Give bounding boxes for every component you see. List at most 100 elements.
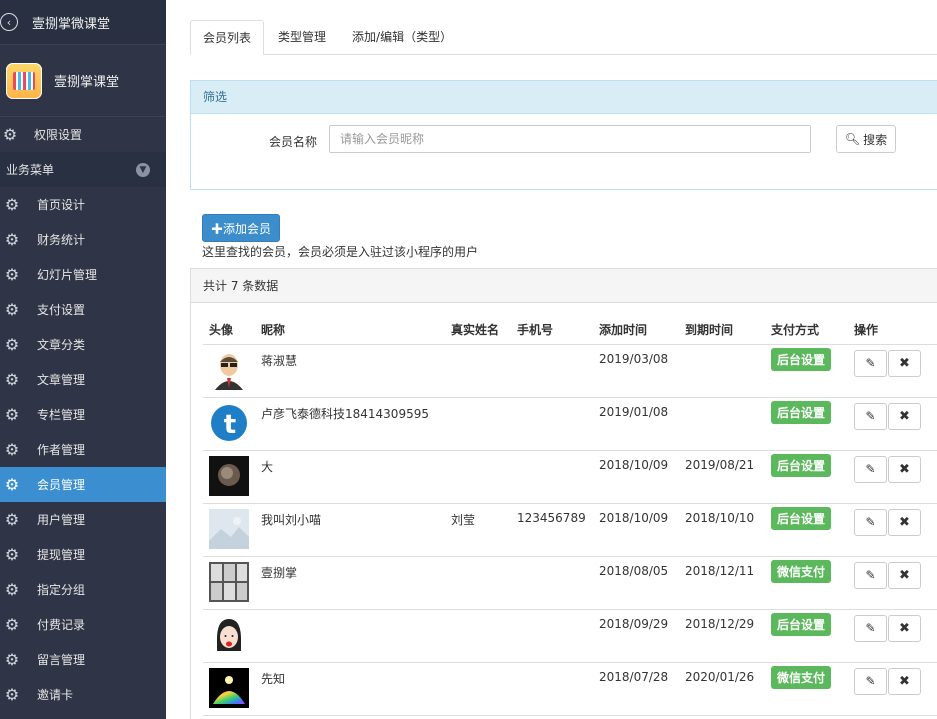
tab-member-list[interactable]: 会员列表: [190, 20, 265, 55]
sidebar-item[interactable]: ⚙ 用户管理: [0, 502, 166, 537]
delete-button[interactable]: ✖: [888, 402, 921, 430]
tab-add-edit-type[interactable]: 添加/编辑（类型）: [340, 20, 464, 55]
gear-icon: ⚙: [4, 229, 20, 249]
sidebar: ‹ 壹捌掌微课堂 壹捌掌课堂 ⚙ 权限设置 业务菜单 ▼ ⚙ 首页设计 ⚙ 财务统计 ⚙…: [0, 0, 166, 719]
col-added-time: 添加时间: [593, 316, 679, 345]
real-name-cell: [445, 556, 511, 610]
sidebar-item-label: 指定分组: [37, 583, 86, 597]
delete-button[interactable]: ✖: [888, 455, 921, 483]
expire-time-cell: [679, 397, 765, 451]
real-name-cell: 刘莹: [445, 503, 511, 557]
sidebar-item[interactable]: ⚙ 财务统计: [0, 222, 166, 257]
search-button[interactable]: 🔍︎ 搜索: [836, 125, 896, 153]
sidebar-item[interactable]: ⚙ 付费记录: [0, 607, 166, 642]
edit-button[interactable]: ✎: [854, 508, 887, 536]
added-time: 2018/07/28: [599, 669, 669, 684]
brand-logo: [6, 62, 42, 99]
edit-icon: ✎: [865, 461, 876, 476]
col-real-name: 真实姓名: [445, 316, 511, 345]
phone-cell: [511, 344, 593, 398]
sidebar-item[interactable]: ⚙ 幻灯片管理: [0, 257, 166, 292]
tab-bar: 会员列表 类型管理 添加/编辑（类型）: [190, 20, 937, 55]
tab-type-management[interactable]: 类型管理: [266, 20, 338, 55]
actions-cell: ✎ ✖: [848, 503, 937, 557]
edit-button[interactable]: ✎: [854, 455, 887, 483]
record-count: 共计 7 条数据: [191, 269, 937, 303]
close-icon: ✖: [899, 620, 910, 636]
payment-badge: 微信支付: [771, 559, 832, 583]
add-member-button[interactable]: ✚添加会员: [202, 214, 280, 242]
sidebar-item[interactable]: ⚙ 留言管理: [0, 642, 166, 677]
table-row: 大 2018/10/09 2019/08/21 后台设置 ✎ ✖: [203, 450, 937, 504]
member-name-input[interactable]: [329, 125, 811, 153]
expire-time-cell: 2018/12/29: [679, 609, 765, 663]
close-icon: ✖: [899, 673, 910, 689]
payment-badge: 后台设置: [771, 506, 832, 530]
sidebar-item[interactable]: ⚙ 文章管理: [0, 362, 166, 397]
close-icon: ✖: [899, 567, 910, 583]
sidebar-item[interactable]: ⚙ 会员管理: [0, 467, 166, 502]
avatar: [209, 349, 249, 390]
sidebar-item-permissions[interactable]: ⚙ 权限设置: [0, 117, 166, 152]
delete-button[interactable]: ✖: [888, 561, 921, 589]
nickname-cell: 壹捌掌: [255, 556, 445, 610]
chevron-down-icon: ▼: [136, 162, 150, 177]
added-time: 2018/10/09: [599, 457, 669, 472]
gear-icon: ⚙: [4, 194, 20, 214]
sidebar-item[interactable]: ⚙ 提现管理: [0, 537, 166, 572]
expire-time-cell: [679, 344, 765, 398]
nickname: 我叫刘小喵: [261, 512, 322, 527]
sidebar-item[interactable]: ⚙ 首页设计: [0, 187, 166, 222]
delete-button[interactable]: ✖: [888, 614, 921, 642]
payment-cell: 后台设置: [765, 609, 848, 663]
table-header-row: 头像 昵称 真实姓名 手机号 添加时间 到期时间 支付方式 操作: [203, 316, 937, 345]
sidebar-item[interactable]: ⚙ 专栏管理: [0, 397, 166, 432]
sidebar-item-label: 幻灯片管理: [37, 268, 98, 282]
edit-button[interactable]: ✎: [854, 561, 887, 589]
payment-badge: 后台设置: [771, 347, 832, 371]
brand: 壹捌掌课堂: [0, 45, 166, 117]
sidebar-item-label: 文章管理: [37, 373, 86, 387]
sidebar-section-business[interactable]: 业务菜单 ▼: [0, 152, 166, 187]
edit-button[interactable]: ✎: [854, 402, 887, 430]
sidebar-header: ‹ 壹捌掌微课堂: [0, 0, 166, 45]
nickname-cell: 卢彦飞泰德科技18414309595: [255, 397, 445, 451]
expire-time-cell: 2018/10/10: [679, 503, 765, 557]
sidebar-item-label: 作者管理: [37, 443, 86, 457]
payment-cell: 微信支付: [765, 662, 848, 716]
real-name-cell: [445, 662, 511, 716]
added-time-cell: 2018/10/09: [593, 503, 679, 557]
brand-name: 壹捌掌课堂: [54, 75, 120, 90]
sidebar-menu: ⚙ 首页设计 ⚙ 财务统计 ⚙ 幻灯片管理 ⚙ 支付设置 ⚙ 文章分类 ⚙ 文章管理 ⚙ 专栏管理 ⚙ 作者管…: [0, 187, 166, 712]
gear-icon: ⚙: [4, 544, 20, 564]
member-name-label: 会员名称: [269, 135, 318, 149]
main-content: 会员列表 类型管理 添加/编辑（类型） 筛选 会员名称 🔍︎ 搜索 ✚添加会员 …: [166, 0, 937, 719]
payment-cell: 后台设置: [765, 344, 848, 398]
sidebar-item[interactable]: ⚙ 文章分类: [0, 327, 166, 362]
delete-button[interactable]: ✖: [888, 667, 921, 695]
table-row: 先知 2018/07/28 2020/01/26 微信支付 ✎ ✖: [203, 662, 937, 716]
added-time-cell: 2019/03/08: [593, 344, 679, 398]
gear-icon: ⚙: [4, 404, 20, 424]
back-icon[interactable]: ‹: [0, 13, 18, 31]
sidebar-item[interactable]: ⚙ 作者管理: [0, 432, 166, 467]
edit-icon: ✎: [865, 567, 876, 582]
sidebar-item-label: 专栏管理: [37, 408, 86, 422]
sidebar-item[interactable]: ⚙ 邀请卡: [0, 677, 166, 712]
sidebar-item[interactable]: ⚙ 指定分组: [0, 572, 166, 607]
gear-icon: ⚙: [4, 614, 20, 634]
avatar-cell: [203, 662, 255, 716]
edit-button[interactable]: ✎: [854, 614, 887, 642]
edit-icon: ✎: [865, 355, 876, 370]
delete-button[interactable]: ✖: [888, 508, 921, 536]
delete-button[interactable]: ✖: [888, 349, 921, 377]
real-name: 刘莹: [451, 512, 476, 527]
edit-button[interactable]: ✎: [854, 667, 887, 695]
sidebar-item-label: 支付设置: [37, 303, 86, 317]
sidebar-item[interactable]: ⚙ 支付设置: [0, 292, 166, 327]
edit-button[interactable]: ✎: [854, 349, 887, 377]
avatar-cell: [203, 450, 255, 504]
avatar: [209, 455, 249, 496]
sidebar-item-label: 用户管理: [37, 513, 86, 527]
avatar: [209, 614, 249, 655]
